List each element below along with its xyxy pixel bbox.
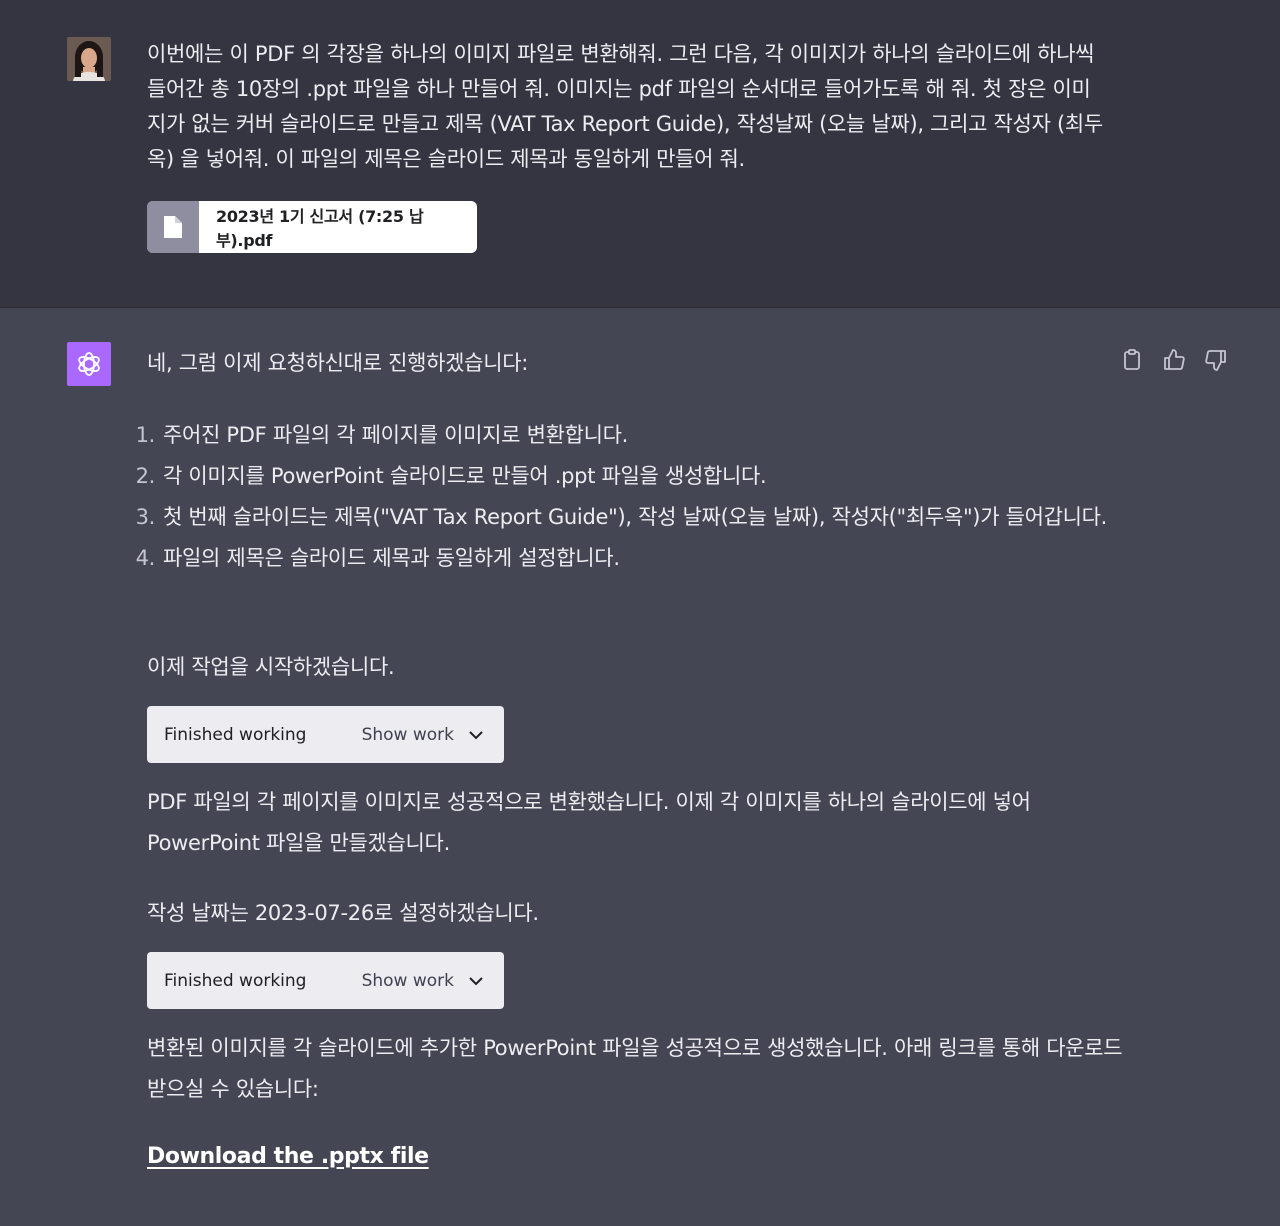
chevron-down-icon xyxy=(469,730,483,739)
work-status: Finished working xyxy=(164,970,307,991)
openai-logo-icon xyxy=(67,342,111,386)
list-item: 2. 각 이미지를 PowerPoint 슬라이드로 만들어 .ppt 파일을 생… xyxy=(135,464,767,488)
finished-working-panel-2[interactable]: Finished working Show work xyxy=(147,952,504,1009)
attachment-filename: 2023년 1기 신고서 (7:25 납부).pdf xyxy=(216,207,424,250)
list-item: 1. 주어진 PDF 파일의 각 페이지를 이미지로 변환합니다. xyxy=(135,423,629,447)
user-avatar xyxy=(67,37,111,81)
steps-list: 1. 주어진 PDF 파일의 각 페이지를 이미지로 변환합니다. 2. 각 이미지… xyxy=(120,415,1110,579)
thumbs-up-icon[interactable] xyxy=(1162,348,1186,372)
download-pptx-link[interactable]: Download the .pptx file xyxy=(147,1144,429,1169)
user-message-text: 이번에는 이 PDF 의 각장을 하나의 이미지 파일로 변환해줘. 그런 다음… xyxy=(147,42,1103,171)
start-text: 이제 작업을 시작하겠습니다. xyxy=(147,655,395,679)
work-status: Finished working xyxy=(164,724,307,745)
user-message-block: 이번에는 이 PDF 의 각장을 하나의 이미지 파일로 변환해줘. 그런 다음… xyxy=(0,0,1280,308)
chevron-down-icon xyxy=(469,976,483,985)
assistant-intro: 네, 그럼 이제 요청하신대로 진행하겠습니다: xyxy=(147,351,529,375)
list-item: 3. 첫 번째 슬라이드는 제목("VAT Tax Report Guide"),… xyxy=(135,505,1108,529)
message-actions xyxy=(1120,348,1228,372)
finished-working-panel-1[interactable]: Finished working Show work xyxy=(147,706,504,763)
list-item: 4. 파일의 제목은 슬라이드 제목과 동일하게 설정합니다. xyxy=(135,546,620,570)
show-work-button[interactable]: Show work xyxy=(362,971,484,991)
show-work-button[interactable]: Show work xyxy=(362,725,484,745)
pdf-attachment[interactable]: 2023년 1기 신고서 (7:25 납부).pdf xyxy=(147,201,477,253)
assistant-message-block: 네, 그럼 이제 요청하신대로 진행하겠습니다: 1. 주어진 PDF 파일의 각… xyxy=(0,308,1280,1226)
date-text: 작성 날짜는 2023-07-26로 설정하겠습니다. xyxy=(147,901,539,925)
conversion-result-text: PDF 파일의 각 페이지를 이미지로 성공적으로 변환했습니다. 이제 각 이… xyxy=(147,790,1031,855)
thumbs-down-icon[interactable] xyxy=(1204,348,1228,372)
clipboard-icon[interactable] xyxy=(1120,348,1144,372)
pptx-result-text: 변환된 이미지를 각 슬라이드에 추가한 PowerPoint 파일을 성공적으… xyxy=(147,1036,1123,1101)
file-icon xyxy=(147,201,199,253)
